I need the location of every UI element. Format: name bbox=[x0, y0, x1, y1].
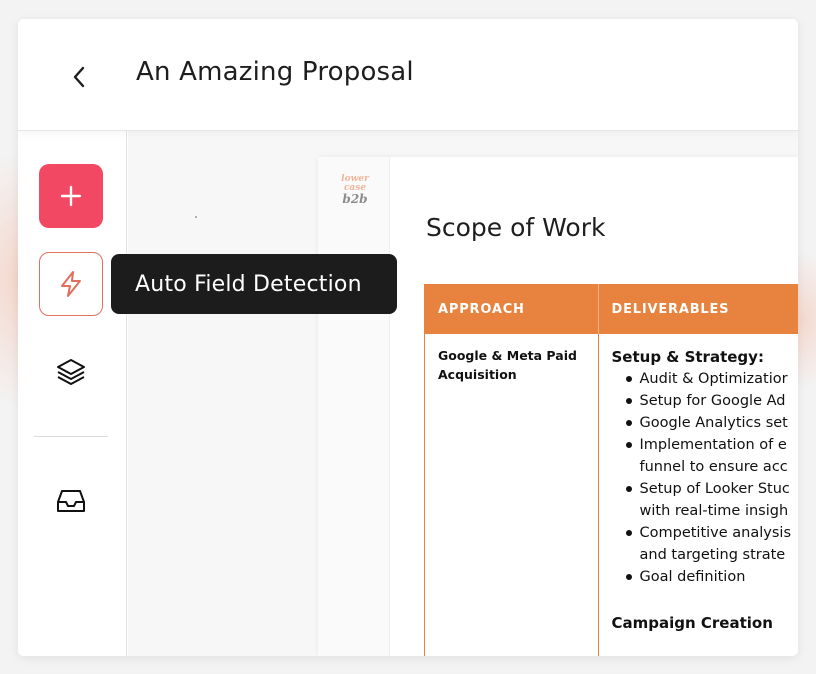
column-header-deliverables: DELIVERABLES bbox=[597, 284, 798, 334]
add-field-button[interactable] bbox=[39, 164, 103, 228]
auto-field-detection-button[interactable] bbox=[39, 252, 103, 316]
layers-icon bbox=[57, 359, 85, 385]
canvas-dot bbox=[195, 216, 197, 218]
inbox-button[interactable] bbox=[49, 479, 93, 523]
page-margin-strip: lower case b2b bbox=[318, 157, 390, 656]
list-item: Implementation of e funnel to ensure acc bbox=[624, 434, 792, 478]
app-window: An Amazing Proposal lower case b2b Scope… bbox=[18, 19, 798, 656]
back-button[interactable] bbox=[66, 59, 92, 95]
list-item: Goal definition bbox=[624, 566, 792, 588]
left-toolbar bbox=[18, 131, 127, 656]
document-canvas[interactable]: lower case b2b Scope of Work APPROACH DE… bbox=[128, 131, 798, 656]
layers-button[interactable] bbox=[49, 350, 93, 394]
deliverables-cell: Setup & Strategy: Audit & Optimizatior S… bbox=[597, 334, 798, 656]
table-row: Google & Meta Paid Acquisition Setup & S… bbox=[424, 334, 798, 656]
approach-cell: Google & Meta Paid Acquisition bbox=[424, 334, 598, 656]
document-heading: Scope of Work bbox=[426, 213, 606, 242]
deliverables-section-title: Campaign Creation bbox=[611, 614, 773, 632]
company-logo: lower case b2b bbox=[341, 174, 369, 206]
page-title: An Amazing Proposal bbox=[136, 57, 414, 87]
plus-icon bbox=[60, 185, 82, 207]
document-page[interactable]: lower case b2b Scope of Work APPROACH DE… bbox=[318, 157, 798, 656]
list-item: Competitive analysis and targeting strate bbox=[624, 522, 791, 566]
list-item: Google Analytics set bbox=[624, 412, 792, 434]
auto-field-detection-tooltip: Auto Field Detection bbox=[111, 254, 397, 314]
deliverables-section-title: Setup & Strategy: bbox=[611, 348, 764, 366]
scope-table: APPROACH DELIVERABLES Google & Meta Paid… bbox=[424, 284, 798, 656]
deliverables-list: Audit & Optimizatior Setup for Google Ad… bbox=[612, 368, 792, 588]
list-item: Setup of Looker Stuc with real-time insig… bbox=[624, 478, 792, 522]
table-header-row: APPROACH DELIVERABLES bbox=[424, 284, 798, 334]
column-header-approach: APPROACH bbox=[424, 284, 598, 334]
inbox-icon bbox=[57, 490, 85, 512]
list-item: Audit & Optimizatior bbox=[624, 368, 792, 390]
chevron-left-icon bbox=[73, 66, 85, 88]
list-item: Setup for Google Ad bbox=[624, 390, 792, 412]
toolbar-divider bbox=[34, 436, 108, 437]
header-bar: An Amazing Proposal bbox=[18, 19, 798, 131]
lightning-bolt-icon bbox=[61, 271, 81, 297]
